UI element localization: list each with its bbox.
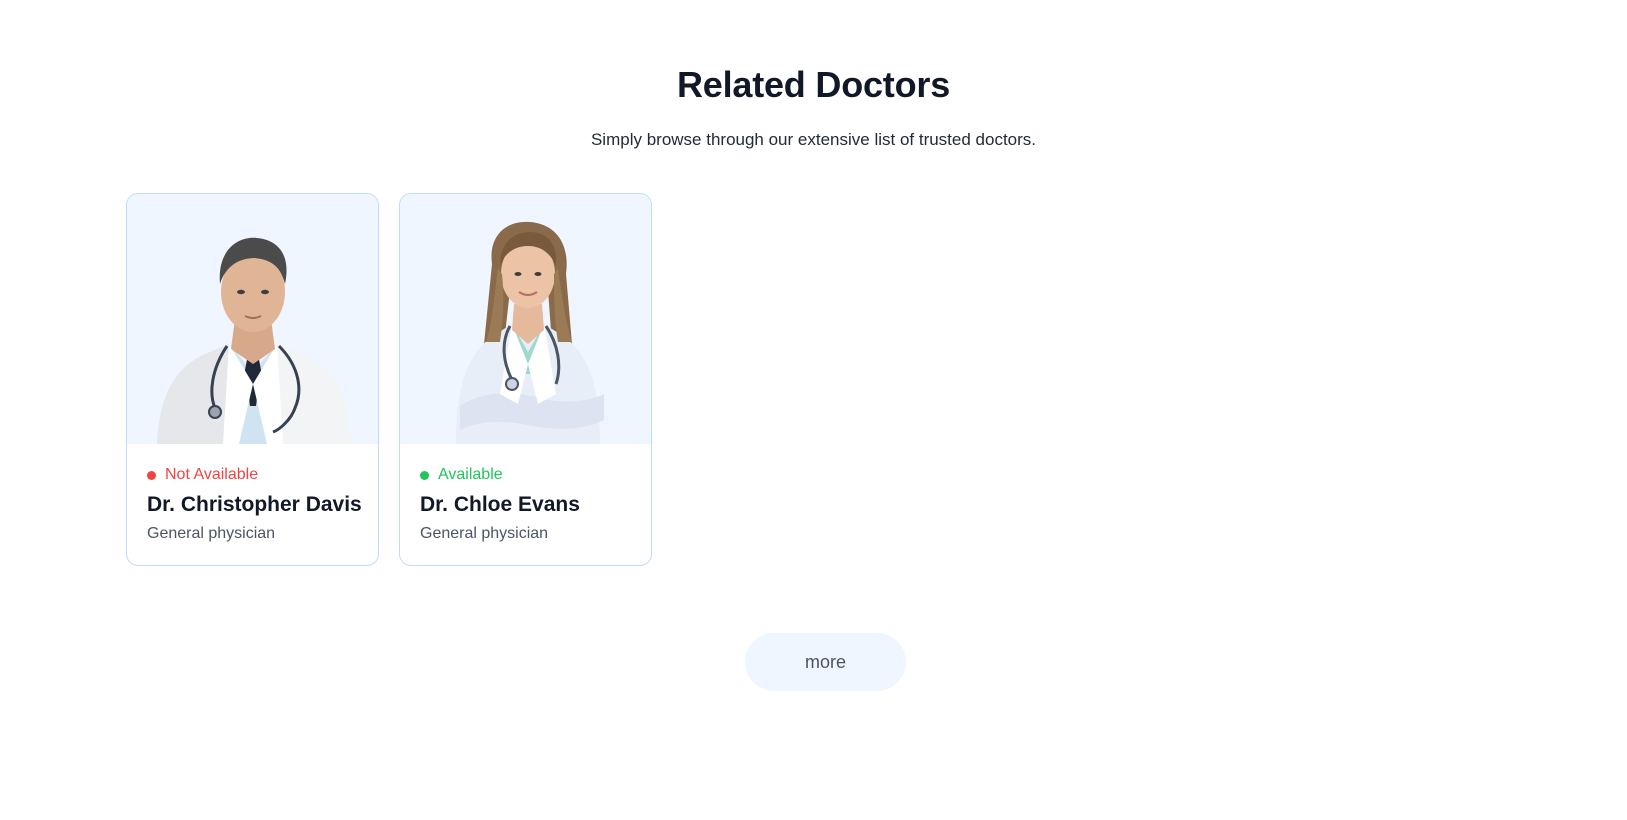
availability-status: Available bbox=[420, 466, 631, 484]
more-button[interactable]: more bbox=[745, 633, 906, 691]
status-dot-icon bbox=[147, 470, 156, 480]
doctor-speciality: General physician bbox=[420, 525, 549, 542]
male-doctor-portrait bbox=[157, 237, 351, 444]
section-subtitle: Simply browse through our extensive list… bbox=[590, 130, 1037, 149]
doctor-name: Dr. Chloe Evans bbox=[420, 493, 580, 516]
doctor-cards-list: Not Available Dr. Christopher Davis Gene… bbox=[126, 193, 652, 566]
doctor-card[interactable]: Not Available Dr. Christopher Davis Gene… bbox=[126, 193, 379, 566]
status-label: Available bbox=[438, 466, 503, 483]
doctor-photo bbox=[400, 194, 651, 444]
doctor-speciality: General physician bbox=[147, 525, 276, 542]
doctor-name: Dr. Christopher Davis bbox=[147, 493, 362, 516]
availability-status: Not Available bbox=[147, 466, 358, 484]
doctor-photo bbox=[127, 194, 378, 444]
status-dot-icon bbox=[420, 470, 429, 480]
female-doctor-portrait bbox=[456, 221, 604, 444]
section-title: Related Doctors bbox=[676, 64, 951, 105]
doctor-card[interactable]: Available Dr. Chloe Evans General physic… bbox=[399, 193, 652, 566]
status-label: Not Available bbox=[165, 466, 259, 483]
